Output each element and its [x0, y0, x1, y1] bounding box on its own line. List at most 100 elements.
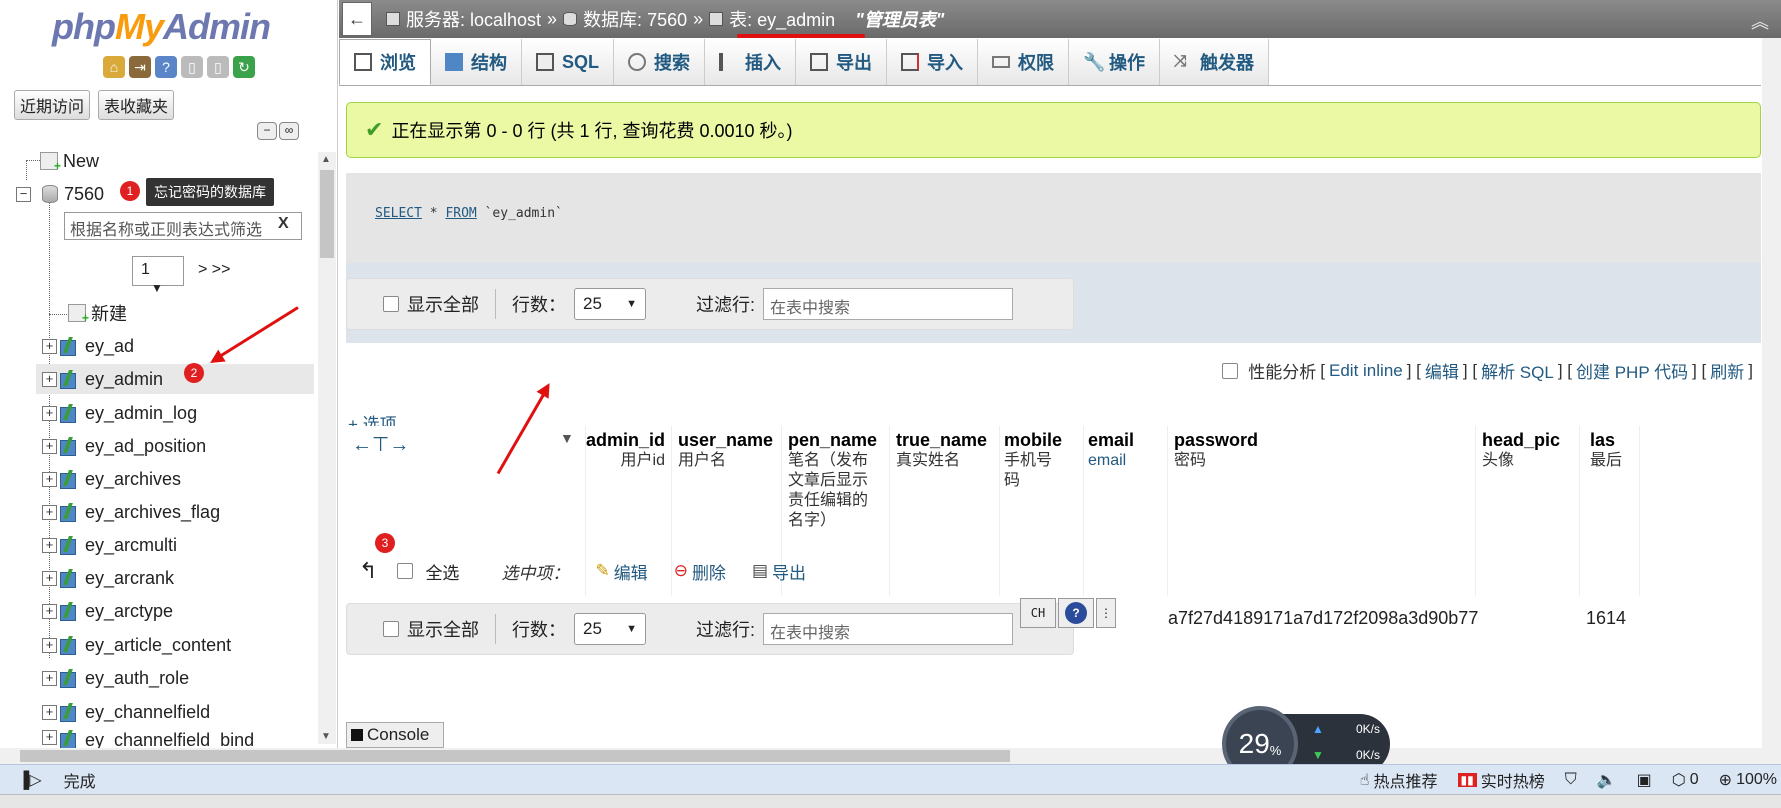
edit-sql-link[interactable]: 编辑 [1425, 358, 1459, 383]
tree-item-table[interactable]: + ey_arcrank [42, 563, 174, 593]
show-all-checkbox[interactable] [383, 296, 399, 312]
docs-icon[interactable]: ▯ [181, 56, 203, 78]
collapse-nav-button[interactable]: ← [342, 2, 372, 36]
expand-icon[interactable]: + [42, 570, 57, 586]
tree-item-table[interactable]: + ey_archives [42, 464, 181, 494]
create-php-link[interactable]: 创建 PHP 代码 [1576, 358, 1688, 383]
reload-icon[interactable]: ↻ [233, 56, 255, 78]
collapse-all-icon[interactable]: − [257, 122, 277, 140]
logout-icon[interactable]: ⇥ [129, 56, 151, 78]
tree-item-table[interactable]: + ey_auth_role [42, 663, 189, 693]
ime-more-button[interactable]: ⋮ [1096, 598, 1116, 628]
next-page-link[interactable]: > >> [198, 261, 230, 279]
double-chevron-up-icon[interactable]: ︽ [1751, 8, 1769, 34]
tree-item-table[interactable]: + ey_ad_position [42, 431, 206, 461]
tree-item-table[interactable]: + ey_channelfield_bind [42, 730, 254, 748]
tree-item-table[interactable]: + ey_article_content [42, 630, 231, 660]
scroll-thumb[interactable] [320, 170, 334, 258]
tab-export[interactable]: 导出 [796, 39, 888, 85]
speaker-icon[interactable]: 🔈 [1597, 770, 1617, 790]
column-header-head-pic[interactable]: head_pic 头像 [1476, 426, 1580, 596]
phpmyadmin-logo[interactable]: phpMyAdmin [52, 6, 271, 48]
breadcrumb-table[interactable]: 表: ey_admin [729, 6, 835, 32]
help-icon[interactable]: ? [155, 56, 177, 78]
scroll-down-icon[interactable]: ▼ [321, 731, 331, 742]
link-icon[interactable]: ∞ [279, 122, 299, 140]
page-select[interactable]: 1 ▼ [132, 256, 184, 295]
sidebar-toggle-icon[interactable]: ▐▷ [18, 770, 42, 790]
breadcrumb-database[interactable]: 数据库: 7560 [583, 6, 687, 32]
tab-sql[interactable]: SQL [522, 39, 615, 85]
filter-rows-input[interactable]: 在表中搜索 [763, 288, 1014, 320]
show-all-checkbox[interactable] [383, 621, 399, 637]
blocked-count[interactable]: ⬡ 0 [1672, 770, 1699, 790]
expand-icon[interactable]: + [42, 405, 57, 421]
filter-rows-input[interactable]: 在表中搜索 [763, 613, 1014, 645]
clear-filter-icon[interactable]: X [278, 215, 289, 233]
expand-icon[interactable]: + [42, 670, 57, 686]
ime-ch-button[interactable]: CH [1020, 598, 1056, 628]
tree-item-new[interactable]: New [40, 146, 99, 176]
rows-per-page-select[interactable]: 25 ▼ [574, 288, 646, 320]
tab-browse[interactable]: 浏览 [339, 39, 431, 85]
expand-icon[interactable]: + [42, 603, 57, 619]
tree-item-table[interactable]: + ey_arcmulti [42, 530, 177, 560]
tree-item-table[interactable]: + ey_arctype [42, 596, 173, 626]
expand-icon[interactable]: + [42, 338, 57, 354]
column-header-last[interactable]: las 最后 [1580, 426, 1640, 596]
zoom-level[interactable]: ⊕ 100% [1719, 770, 1777, 790]
bulk-export-button[interactable]: ▤ 导出 [752, 559, 806, 584]
explain-sql-link[interactable]: 解析 SQL [1481, 358, 1554, 383]
select-all-checkbox[interactable] [397, 563, 414, 579]
profiling-checkbox[interactable] [1222, 362, 1239, 379]
nav-scrollbar[interactable]: ▲ ▼ [318, 152, 336, 744]
screenshot-icon[interactable]: ▣ [1637, 770, 1652, 790]
bulk-edit-button[interactable]: ✎ 编辑 [595, 559, 647, 584]
tree-item-table[interactable]: + ey_admin_log [42, 398, 197, 428]
home-icon[interactable]: ⌂ [103, 56, 125, 78]
tab-triggers[interactable]: ⤨ 触发器 [1160, 39, 1270, 85]
expand-icon[interactable]: + [42, 537, 57, 553]
expand-icon[interactable]: + [42, 438, 57, 454]
tree-item-db-7560[interactable]: − 7560 [16, 179, 104, 209]
scroll-up-icon[interactable]: ▲ [321, 154, 331, 165]
tab-operations[interactable]: 🔧 操作 [1069, 39, 1161, 85]
cell-password[interactable]: a7f27d4189171a7d172f2098a3d90b77 [1168, 608, 1478, 629]
column-header-password[interactable]: password 密码 [1168, 426, 1476, 596]
hot-recommend-button[interactable]: ☝ 热点推荐 [1360, 768, 1438, 792]
expand-icon[interactable]: + [42, 471, 57, 487]
table-filter-input[interactable]: 根据名称或正则表达式筛选 [64, 212, 302, 240]
collapse-icon[interactable]: − [16, 186, 31, 202]
tab-insert[interactable]: 插入 [705, 39, 797, 85]
tree-item-table-selected[interactable]: + ey_admin [36, 364, 314, 394]
tree-item-table[interactable]: + ey_archives_flag [42, 497, 220, 527]
realtime-hot-button[interactable]: ▮▮ 实时热榜 [1457, 768, 1545, 792]
tab-privileges[interactable]: 权限 [978, 39, 1070, 85]
expand-icon[interactable]: + [42, 371, 57, 387]
recent-tab[interactable]: 近期访问 [14, 90, 91, 120]
refresh-link[interactable]: 刷新 [1710, 358, 1744, 383]
ime-help-button[interactable]: ? [1058, 598, 1094, 628]
tree-item-table[interactable]: + ey_ad [42, 331, 134, 361]
horizontal-scrollbar[interactable] [0, 748, 1781, 764]
sort-dropdown-icon[interactable]: ▼ [560, 430, 574, 446]
console-button[interactable]: Console [346, 722, 444, 748]
shield-icon[interactable]: ⛉ [1565, 771, 1577, 789]
cell-last[interactable]: 1614 [1586, 608, 1626, 629]
tab-import[interactable]: 导入 [887, 39, 979, 85]
tab-structure[interactable]: 结构 [431, 39, 522, 85]
rows-per-page-select[interactable]: 25 ▼ [574, 613, 646, 645]
expand-icon[interactable]: + [42, 637, 57, 653]
tab-search[interactable]: 搜索 [614, 39, 706, 85]
bulk-delete-button[interactable]: ⊖ 删除 [674, 559, 726, 584]
column-header-true-name[interactable]: true_name 真实姓名 [890, 426, 1000, 596]
column-header-mobile[interactable]: mobile 手机号码 [1000, 426, 1084, 596]
content-scrollbar[interactable] [1762, 38, 1781, 750]
column-resize-icon[interactable]: ←⊤→ [352, 432, 409, 457]
tree-item-new-table[interactable]: 新建 [68, 298, 127, 328]
favorites-tab[interactable]: 表收藏夹 [98, 90, 175, 120]
breadcrumb-server[interactable]: 服务器: localhost [406, 6, 541, 32]
scroll-thumb[interactable] [20, 750, 1010, 762]
tree-item-table[interactable]: + ey_channelfield [42, 697, 210, 727]
expand-icon[interactable]: + [42, 730, 57, 745]
